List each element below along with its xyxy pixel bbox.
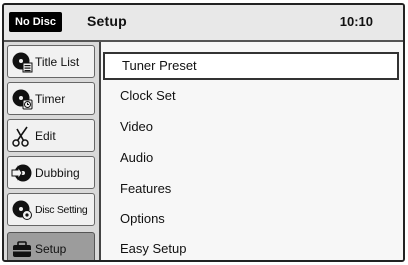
page-title: Setup [87,13,127,29]
menu-item-clock-set[interactable]: Clock Set [103,82,399,110]
title-list-icon [11,51,33,73]
setup-menu: Tuner Preset Clock Set Video Audio Featu… [99,42,403,260]
disc-status-badge: No Disc [9,12,62,32]
sidebar-item-label: Setup [35,242,67,256]
menu-item-easy-setup[interactable]: Easy Setup [103,235,399,260]
sidebar-item-dubbing[interactable]: Dubbing [7,156,95,189]
sidebar-item-title-list[interactable]: Title List [7,45,95,78]
sidebar-item-label: Disc Setting [35,203,88,216]
scissors-icon [11,125,33,147]
setup-screen: No Disc Setup 10:10 Title List Timer Edi… [2,3,405,262]
sidebar-item-disc-setting[interactable]: Disc Setting [7,193,95,226]
menu-item-features[interactable]: Features [103,175,399,203]
sidebar-item-label: Dubbing [35,165,80,180]
sidebar-item-edit[interactable]: Edit [7,119,95,152]
sidebar-item-label: Title List [35,54,80,69]
clock-display: 10:10 [339,14,373,29]
timer-icon [11,88,33,110]
sidebar-item-label: Timer [35,91,66,106]
header-bar: No Disc Setup 10:10 [4,5,403,42]
toolbox-icon [11,238,33,260]
menu-item-tuner-preset[interactable]: Tuner Preset [103,52,399,80]
sidebar: Title List Timer Edit Dubbing Disc Setti… [4,42,99,260]
menu-item-audio[interactable]: Audio [103,144,399,172]
sidebar-item-setup[interactable]: Setup [7,232,95,260]
menu-item-options[interactable]: Options [103,205,399,233]
disc-setting-icon [11,199,33,221]
menu-item-video[interactable]: Video [103,113,399,141]
sidebar-item-label: Edit [35,128,56,143]
sidebar-item-timer[interactable]: Timer [7,82,95,115]
dubbing-icon [11,162,33,184]
